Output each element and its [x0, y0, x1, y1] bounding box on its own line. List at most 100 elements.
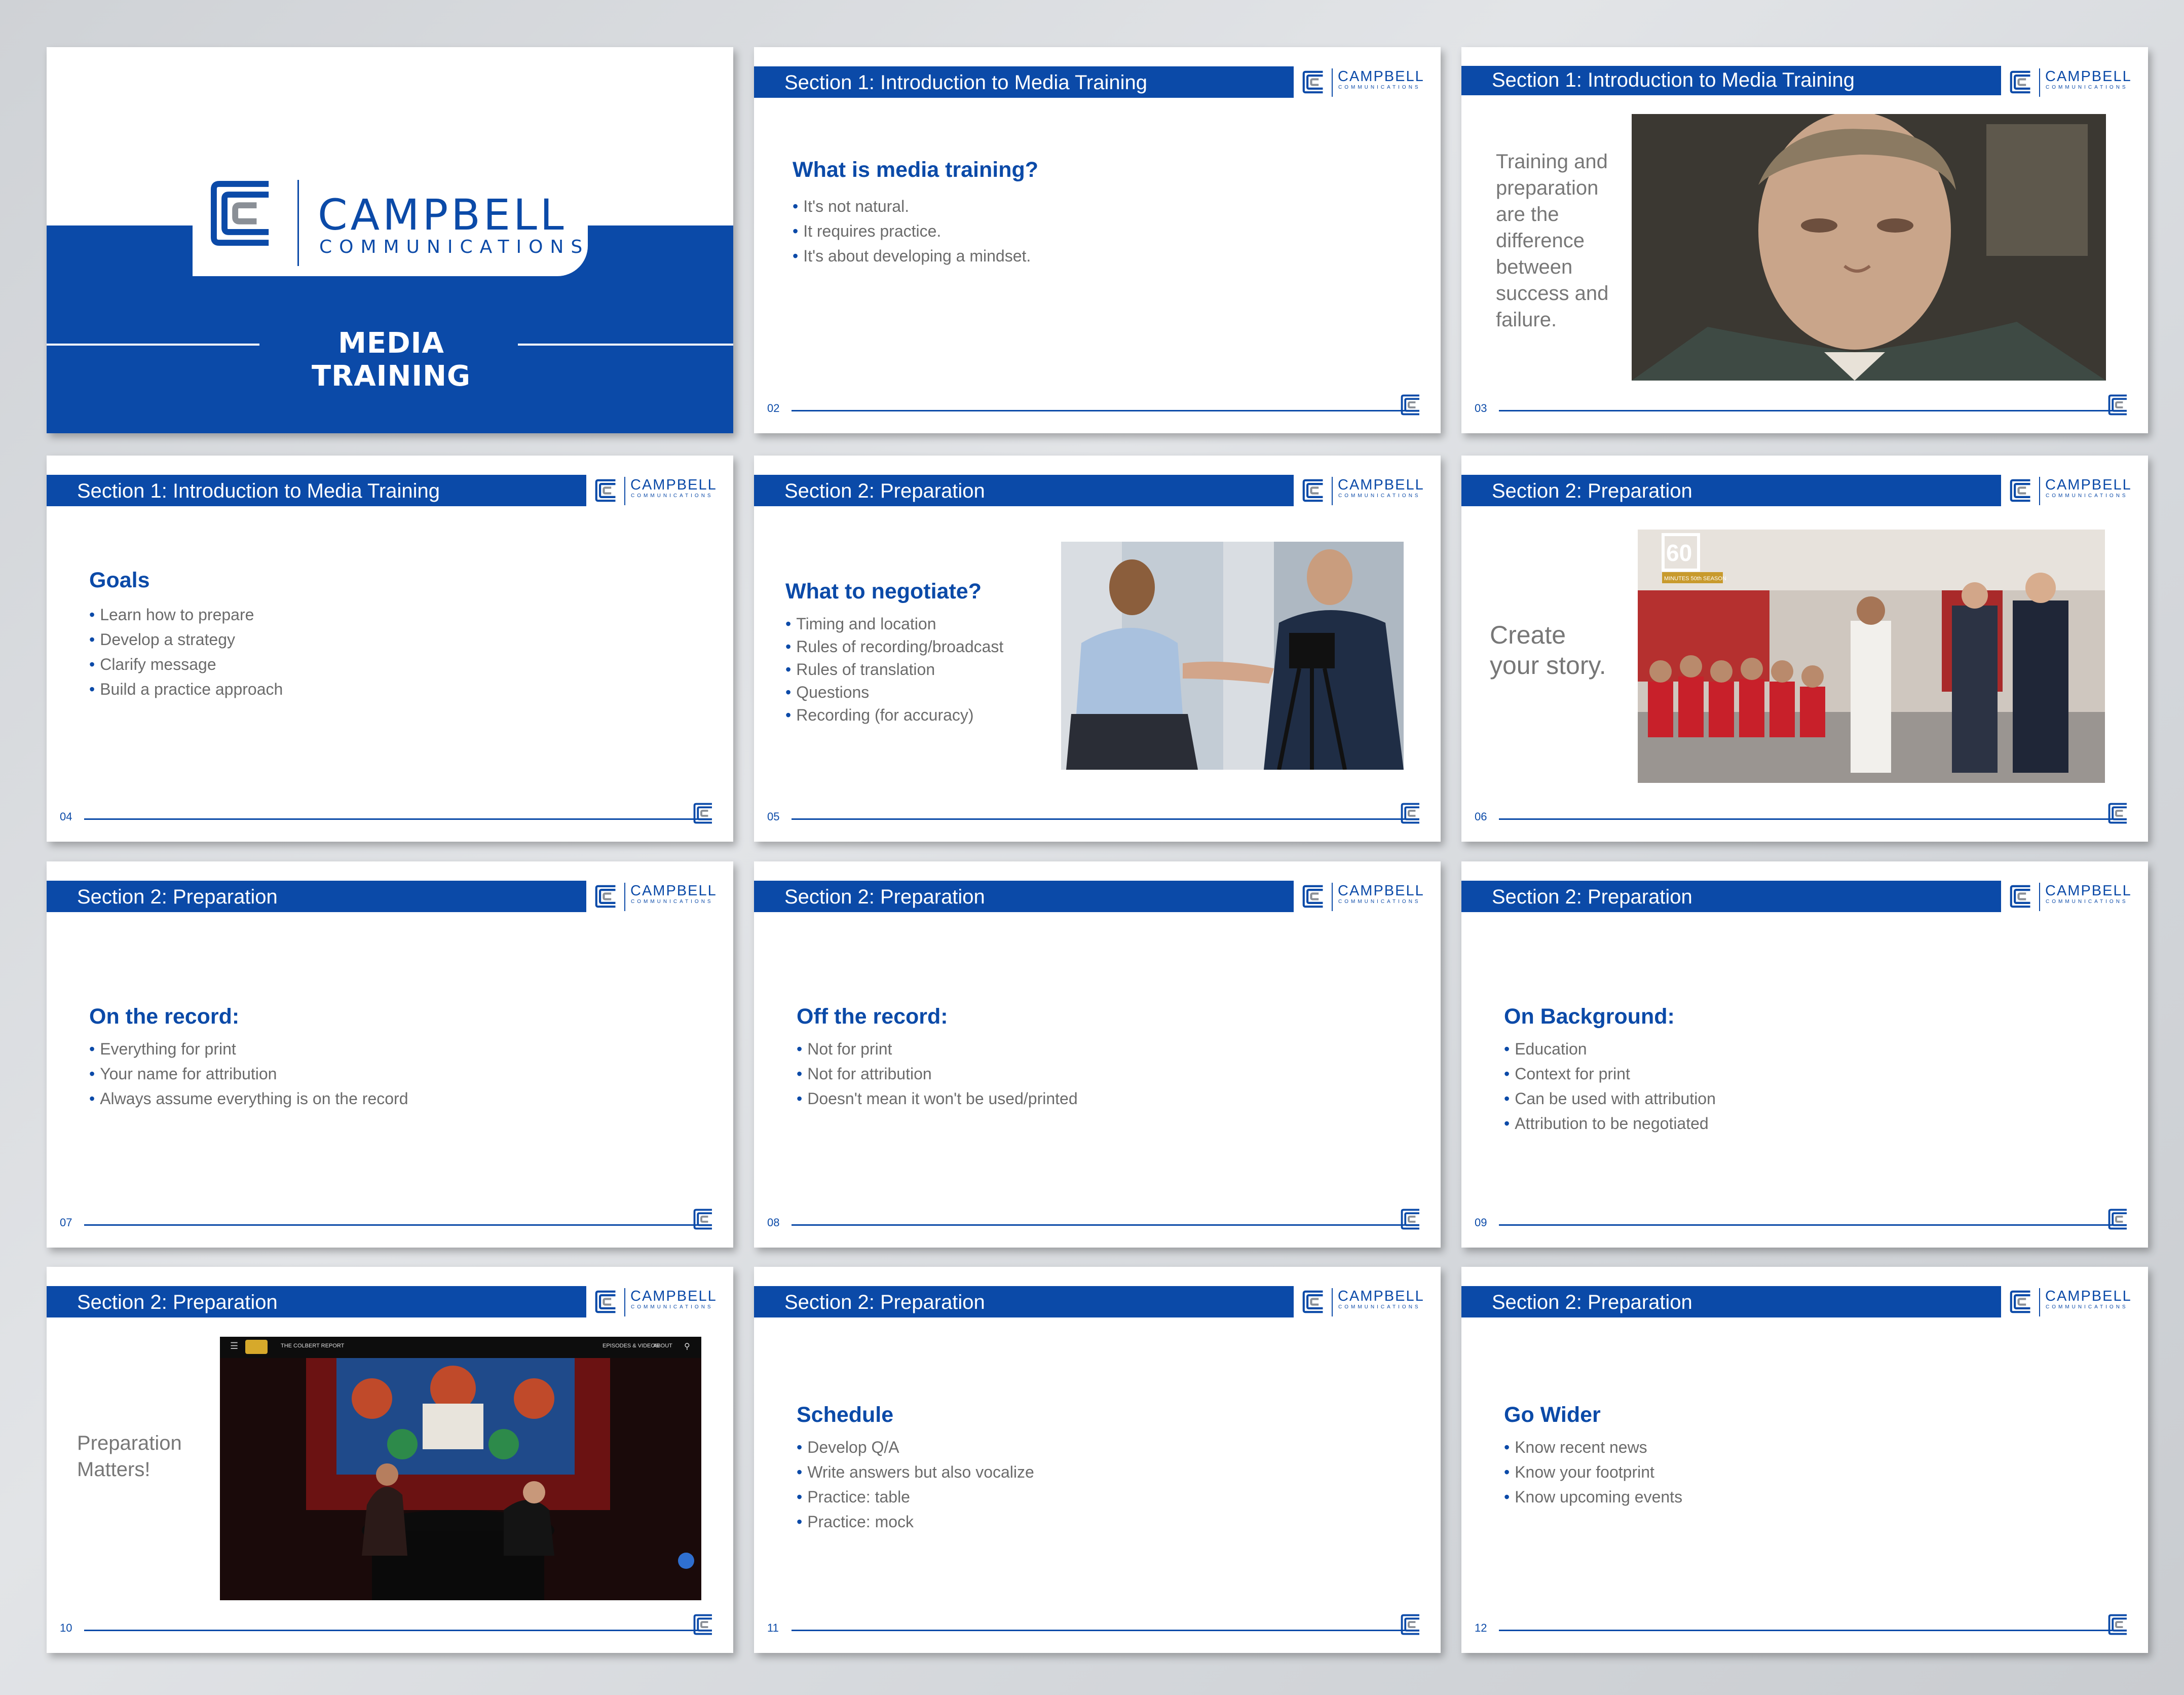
- section-title: Section 1: Introduction to Media Trainin…: [784, 71, 1147, 94]
- list-item: Questions: [785, 681, 1003, 704]
- menu-icon[interactable]: ☰: [230, 1341, 238, 1351]
- deck-title: MEDIA TRAINING: [311, 327, 471, 393]
- brand-subtitle: COMMUNICATIONS: [319, 237, 590, 257]
- page-number: 08: [767, 1216, 780, 1229]
- list-item: Know your footprint: [1504, 1460, 1682, 1485]
- footer-rule: [1499, 1224, 2117, 1226]
- section-header: Section 2: Preparation: [754, 475, 1294, 506]
- slide-heading: Off the record:: [797, 1004, 948, 1029]
- bullet-list: Education Context for print Can be used …: [1504, 1037, 1716, 1136]
- footer-rule: [792, 1224, 1410, 1226]
- slide-heading: On the record:: [89, 1004, 240, 1029]
- logo-divider: [2039, 477, 2040, 505]
- section-title: Section 2: Preparation: [784, 886, 985, 908]
- handshake-photo-drawing: [1061, 542, 1404, 770]
- slide-01-title[interactable]: CAMPBELL COMMUNICATIONS MEDIA TRAINING: [47, 47, 733, 433]
- logo-divider: [2039, 883, 2040, 911]
- list-item: Not for attribution: [797, 1062, 1078, 1086]
- slide-heading: What to negotiate?: [785, 579, 982, 604]
- bullet-list: Develop Q/A Write answers but also vocal…: [797, 1435, 1034, 1534]
- slide-04[interactable]: Section 1: Introduction to Media Trainin…: [47, 456, 733, 842]
- slide-11[interactable]: Section 2: Preparation CAMPBELL COMMUNIC…: [754, 1267, 1441, 1653]
- campbell-logo-icon: [595, 885, 618, 908]
- brand-subtitle: COMMUNICATIONS: [2046, 85, 2128, 90]
- quote-line: are the: [1496, 203, 1559, 225]
- quote-line: success and: [1496, 282, 1609, 305]
- footer-rule: [792, 818, 1410, 820]
- slide-08[interactable]: Section 2: Preparation CAMPBELL COMMUNIC…: [754, 861, 1441, 1248]
- search-icon[interactable]: ⚲: [684, 1341, 690, 1351]
- list-item: Clarify message: [89, 652, 283, 677]
- slide-heading: Go Wider: [1504, 1403, 1601, 1427]
- slide-12[interactable]: Section 2: Preparation CAMPBELL COMMUNIC…: [1461, 1267, 2148, 1653]
- slide-heading: Schedule: [797, 1403, 894, 1427]
- list-item: Recording (for accuracy): [785, 704, 1003, 727]
- campbell-logo-icon: [1401, 1614, 1422, 1635]
- list-item: Attribution to be negotiated: [1504, 1111, 1716, 1136]
- list-item: Know upcoming events: [1504, 1485, 1682, 1510]
- brand-subtitle: COMMUNICATIONS: [1338, 493, 1421, 499]
- footer-rule: [1499, 1630, 2117, 1631]
- list-item: Develop a strategy: [89, 627, 283, 652]
- campbell-logo-icon: [2010, 70, 2033, 94]
- page-number: 10: [60, 1622, 72, 1634]
- page-number: 06: [1475, 810, 1487, 823]
- slide-09[interactable]: Section 2: Preparation CAMPBELL COMMUNIC…: [1461, 861, 2148, 1248]
- brand-name: CAMPBELL: [1338, 477, 1424, 493]
- footer-rule: [84, 1224, 702, 1226]
- logo-divider: [1332, 883, 1333, 911]
- bullet-list: Not for print Not for attribution Doesn'…: [797, 1037, 1078, 1111]
- quote-text: Preparation Matters!: [77, 1430, 182, 1483]
- list-item: Rules of translation: [785, 658, 1003, 681]
- section-title: Section 2: Preparation: [1492, 886, 1692, 908]
- list-item: Not for print: [797, 1037, 1078, 1062]
- bullet-list: It's not natural. It requires practice. …: [793, 194, 1031, 269]
- show-title: THE COLBERT REPORT: [281, 1343, 345, 1349]
- section-title: Section 2: Preparation: [1492, 480, 1692, 502]
- portrait-photo-drawing: [1632, 114, 2106, 381]
- brand-subtitle: COMMUNICATIONS: [631, 1304, 713, 1310]
- slide-10[interactable]: Section 2: Preparation CAMPBELL COMMUNIC…: [47, 1267, 733, 1653]
- footer-rule: [1499, 410, 2117, 411]
- brand-name: CAMPBELL: [630, 883, 717, 899]
- slide-03[interactable]: Section 1: Introduction to Media Trainin…: [1461, 47, 2148, 433]
- page-number: 09: [1475, 1216, 1487, 1229]
- show-badge: 60: [1666, 540, 1692, 566]
- section-header: Section 1: Introduction to Media Trainin…: [1461, 66, 2001, 95]
- footer-rule: [792, 410, 1410, 411]
- quote-text: Training and preparation are the differe…: [1496, 148, 1608, 333]
- list-item: Your name for attribution: [89, 1062, 408, 1086]
- list-item: Doesn't mean it won't be used/printed: [797, 1086, 1077, 1111]
- show-badge-sub: MINUTES 50th SEASON: [1664, 576, 1726, 582]
- bullet-list: Everything for print Your name for attri…: [89, 1037, 408, 1111]
- title-rule-left: [47, 344, 259, 346]
- slide-grid: CAMPBELL COMMUNICATIONS MEDIA TRAINING S…: [0, 0, 2184, 1695]
- page-number: 02: [767, 402, 780, 415]
- slide-02[interactable]: Section 1: Introduction to Media Trainin…: [754, 47, 1441, 433]
- campbell-logo-icon: [2108, 394, 2129, 416]
- list-item: It's not natural.: [793, 194, 1031, 219]
- section-header: Section 2: Preparation: [754, 881, 1294, 912]
- brand-name: CAMPBELL: [2045, 883, 2132, 899]
- quote-line: failure.: [1496, 309, 1557, 331]
- list-item: Rules of recording/broadcast: [785, 635, 1003, 658]
- quote-line: between: [1496, 256, 1573, 278]
- quote-line: difference: [1496, 230, 1585, 252]
- slide-05[interactable]: Section 2: Preparation CAMPBELL COMMUNIC…: [754, 456, 1441, 842]
- brand-subtitle: COMMUNICATIONS: [1338, 1304, 1421, 1310]
- nav-episodes[interactable]: EPISODES & VIDEOS: [603, 1343, 659, 1349]
- list-item: Everything for print: [89, 1037, 408, 1062]
- page-number: 04: [60, 810, 72, 823]
- slide-07[interactable]: Section 2: Preparation CAMPBELL COMMUNIC…: [47, 861, 733, 1248]
- slide-06[interactable]: Section 2: Preparation CAMPBELL COMMUNIC…: [1461, 456, 2148, 842]
- list-item: Education: [1504, 1037, 1716, 1062]
- quote-text: Create your story.: [1490, 620, 1606, 681]
- list-item: Practice: table: [797, 1485, 1034, 1510]
- video-player[interactable]: ☰ THE COLBERT REPORT EPISODES & VIDEOS A…: [220, 1337, 701, 1600]
- logo-divider: [624, 1288, 625, 1316]
- footer-rule: [84, 818, 702, 820]
- section-title: Section 2: Preparation: [784, 1291, 985, 1313]
- quote-line: preparation: [1496, 177, 1599, 199]
- brand-subtitle: COMMUNICATIONS: [2046, 899, 2128, 905]
- nav-about[interactable]: ABOUT: [653, 1343, 672, 1349]
